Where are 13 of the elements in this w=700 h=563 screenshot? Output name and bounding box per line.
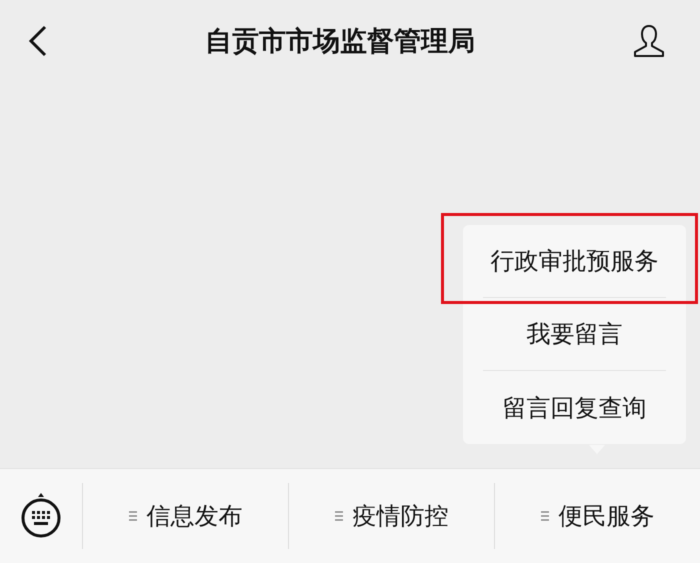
- menu-tab[interactable]: 疫情防控: [288, 483, 494, 549]
- menu-icon: [128, 511, 136, 521]
- popup-menu-item[interactable]: 行政审批预服务: [483, 225, 666, 298]
- back-icon: [28, 25, 48, 57]
- menu-icon: [334, 511, 342, 521]
- page-title: 自贡市市场监督管理局: [205, 25, 475, 59]
- popup-menu-item[interactable]: 留言回复查询: [483, 371, 666, 444]
- popup-menu-item[interactable]: 我要留言: [483, 298, 666, 371]
- menu-icon: [540, 511, 548, 521]
- person-icon: [632, 24, 666, 58]
- menu-tab[interactable]: 便民服务: [494, 483, 700, 549]
- keyboard-icon: [21, 493, 61, 539]
- menu-tab[interactable]: 信息发布: [83, 483, 288, 549]
